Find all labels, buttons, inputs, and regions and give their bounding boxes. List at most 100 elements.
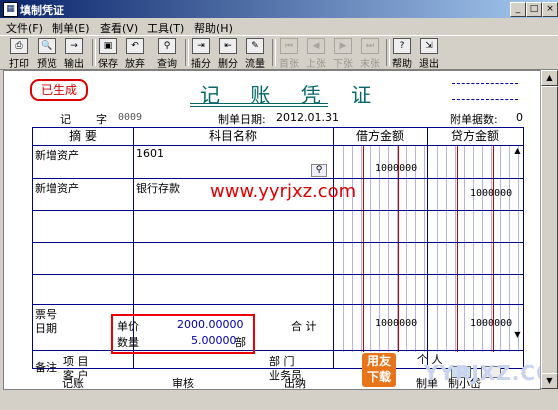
row2-summary[interactable]: 新增资产 (35, 180, 79, 196)
row2-credit[interactable]: 1000000 (470, 188, 512, 199)
preview-icon: 🔍 (38, 38, 56, 54)
title-bar: ▦ 填制凭证 _ □ × (0, 0, 558, 18)
query-button[interactable]: ⚲ 查询 (156, 37, 178, 70)
row2-account[interactable]: 银行存款 (136, 180, 180, 196)
debit-decimal-line (363, 146, 364, 352)
exit-icon: ⇲ (420, 38, 438, 54)
help-button[interactable]: ? 帮助 (391, 37, 413, 70)
menu-bar: 文件(F) 制单(E) 查看(V) 工具(T) 帮助(H) (0, 18, 558, 35)
vertical-scrollbar[interactable]: ▲ ▼ (540, 70, 558, 389)
help-icon: ? (393, 38, 411, 54)
header-summary: 摘 要 (69, 129, 97, 143)
scroll-up-icon[interactable]: ▲ (541, 70, 558, 86)
title-underline (190, 103, 328, 104)
header-credit: 贷方金额 (450, 129, 499, 143)
last-icon: ⏭ (361, 38, 379, 54)
quantity-unit: 部 (235, 336, 246, 349)
bill-date-label: 日期 (35, 322, 57, 335)
preview-button[interactable]: 🔍 预览 (36, 37, 58, 70)
row1-account[interactable]: 1601 (136, 147, 164, 160)
row-divider (33, 274, 523, 275)
row-divider (33, 145, 523, 146)
total-label: 合 计 (291, 320, 317, 333)
row-divider (33, 210, 523, 211)
binoculars-icon: ⚲ (158, 38, 176, 54)
next-button[interactable]: ▶ 下张 (332, 37, 354, 70)
toolbar: ⎙ 打印 🔍 预览 → 输出 ▣ 保存 ↶ 放弃 ⚲ 查询 ⇥ 插分 ⇤ 删分 ✎ 流量 ⏮ 首张 … (0, 35, 558, 70)
toolbar-separator (185, 39, 189, 66)
attachment-label: 附单据数: (450, 113, 498, 126)
attachment-count[interactable]: 0 (516, 111, 523, 124)
voucher-date[interactable]: 2012.01.31 (276, 111, 339, 124)
table-scroll-down-icon[interactable]: ▼ (513, 330, 522, 339)
first-icon: ⏮ (280, 38, 298, 54)
quantity-value[interactable]: 5.00000 (191, 334, 237, 347)
brand-logo: 用友下载 (362, 353, 396, 387)
menu-tools[interactable]: 工具(T) (147, 20, 184, 36)
dashed-rule (452, 99, 518, 100)
prev-icon: ◀ (307, 38, 325, 54)
row1-summary[interactable]: 新增资产 (35, 147, 79, 163)
export-button[interactable]: → 输出 (63, 37, 85, 70)
column-divider (333, 128, 334, 368)
menu-file[interactable]: 文件(F) (6, 20, 43, 36)
title-underline (190, 106, 328, 107)
delete-row-button[interactable]: ⇤ 删分 (217, 37, 239, 70)
brand-url: YYRJXZ.COM (424, 361, 558, 385)
quantity-label: 数量 (117, 336, 139, 349)
window-title: 填制凭证 (20, 4, 64, 17)
export-icon: → (65, 38, 83, 54)
save-button[interactable]: ▣ 保存 (97, 37, 119, 70)
last-button[interactable]: ⏭ 末张 (359, 37, 381, 70)
maximize-button[interactable]: □ (526, 2, 542, 17)
row1-debit[interactable]: 1000000 (375, 163, 417, 174)
generated-stamp: 已生成 (30, 79, 88, 101)
table-scroll-up-icon[interactable]: ▲ (513, 146, 522, 155)
print-icon: ⎙ (10, 38, 28, 54)
first-button[interactable]: ⏮ 首张 (278, 37, 300, 70)
credit-decimal-line (457, 146, 458, 352)
header-debit: 借方金额 (355, 129, 404, 143)
voucher-number[interactable]: 0009 (118, 112, 142, 123)
save-icon: ▣ (99, 38, 117, 54)
row-divider (33, 304, 523, 305)
toolbar-separator (386, 39, 390, 66)
exit-button[interactable]: ⇲ 退出 (418, 37, 440, 70)
close-button[interactable]: × (542, 2, 558, 17)
delete-row-icon: ⇤ (219, 38, 237, 54)
cashier-label: 出纳 (284, 377, 306, 390)
prev-button[interactable]: ◀ 上张 (305, 37, 327, 70)
price-label: 单价 (117, 320, 139, 333)
dashed-rule (452, 83, 518, 84)
total-debit: 1000000 (375, 318, 418, 329)
toolbar-separator (92, 39, 96, 66)
discard-button[interactable]: ↶ 放弃 (124, 37, 146, 70)
next-icon: ▶ (334, 38, 352, 54)
menu-voucher[interactable]: 制单(E) (52, 20, 90, 36)
minimize-button[interactable]: _ (510, 2, 526, 17)
insert-row-icon: ⇥ (192, 38, 210, 54)
undo-icon: ↶ (126, 38, 144, 54)
scroll-down-icon[interactable]: ▼ (541, 373, 558, 389)
voucher-type[interactable]: 记 (60, 111, 71, 127)
zi-label: 字 (96, 113, 107, 126)
insert-row-button[interactable]: ⇥ 插分 (190, 37, 212, 70)
menu-help[interactable]: 帮助(H) (194, 20, 233, 36)
app-icon: ▦ (3, 2, 18, 17)
cash-flow-button[interactable]: ✎ 流量 (244, 37, 266, 70)
date-label: 制单日期: (218, 113, 266, 126)
note-label: 备注 (35, 361, 57, 374)
column-divider (427, 128, 428, 368)
row-divider (33, 178, 523, 179)
toolbar-separator (272, 39, 276, 66)
auditor-label: 审核 (172, 377, 194, 390)
quantity-price-box: 单价 2000.00000 数量 5.00000 部 (111, 314, 255, 354)
menu-view[interactable]: 查看(V) (100, 20, 138, 36)
bookkeeper-label: 记账 (62, 377, 84, 390)
scroll-thumb[interactable] (541, 86, 558, 374)
flow-icon: ✎ (246, 38, 264, 54)
header-account: 科目名称 (208, 129, 257, 143)
print-button[interactable]: ⎙ 打印 (8, 37, 30, 70)
account-lookup-icon[interactable]: ⚲ (311, 164, 327, 177)
price-value[interactable]: 2000.00000 (177, 318, 243, 331)
